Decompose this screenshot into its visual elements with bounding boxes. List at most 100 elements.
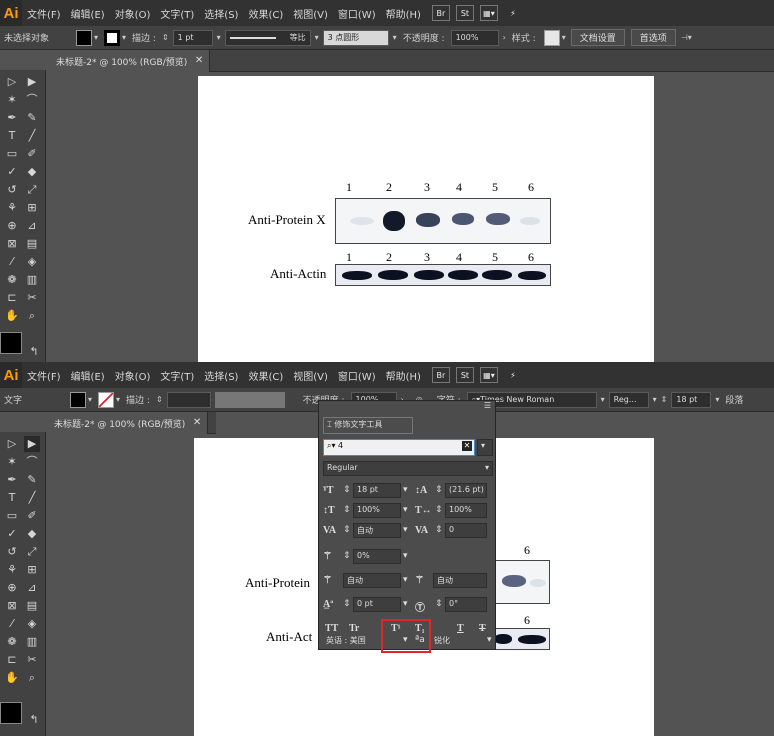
shaper-tool-icon[interactable]: ✓	[4, 526, 20, 542]
language-select[interactable]: 英语 : 美国	[323, 634, 401, 649]
eraser-tool-icon[interactable]: ◆	[24, 526, 40, 542]
font-size-field[interactable]: 18 pt	[671, 391, 712, 408]
stroke-none-swatch[interactable]	[98, 391, 115, 408]
arrange-documents-icon[interactable]: ▦▾	[479, 5, 498, 21]
font-search-input[interactable]: ⌕▾ 4	[323, 439, 475, 456]
direct-selection-tool-icon[interactable]: ▶	[24, 74, 40, 90]
gpu-icon[interactable]: ⚡	[504, 367, 522, 383]
menu-edit[interactable]: 编辑(E)	[66, 6, 110, 21]
chevron-right-icon[interactable]: ›	[503, 33, 506, 42]
symbol-sprayer-icon[interactable]: ❁	[4, 634, 20, 650]
shaper-tool-icon[interactable]: ✓	[4, 164, 20, 180]
strikethrough-button[interactable]: T	[479, 623, 486, 634]
menu-view[interactable]: 视图(V)	[288, 368, 333, 383]
graph-tool-icon[interactable]: ▥	[24, 272, 40, 288]
mesh-tool-icon[interactable]: ⊠	[4, 236, 20, 252]
perspective-grid-icon[interactable]: ⊿	[24, 218, 40, 234]
free-transform-icon[interactable]: ⊞	[24, 562, 40, 578]
chevron-down-icon[interactable]: ▾	[403, 525, 408, 535]
chevron-down-icon[interactable]: ▾	[315, 33, 319, 42]
free-transform-icon[interactable]: ⊞	[24, 200, 40, 216]
stepper-icon[interactable]: ⇕	[162, 33, 169, 42]
tracking-field[interactable]: 0	[445, 523, 487, 538]
paragraph-label[interactable]: 段落	[721, 393, 747, 406]
stepper-icon[interactable]: ⇕	[661, 395, 668, 404]
swap-colors-icon[interactable]: ↰	[26, 344, 42, 360]
panel-menu-icon[interactable]: ☰	[484, 401, 491, 410]
fill-color-icon[interactable]	[0, 702, 22, 724]
perspective-grid-icon[interactable]: ⊿	[24, 580, 40, 596]
menu-object[interactable]: 对象(O)	[110, 368, 156, 383]
chevron-down-icon[interactable]: ▾	[403, 485, 408, 495]
all-caps-button[interactable]: TT	[325, 623, 338, 634]
stock-button[interactable]: St	[455, 5, 474, 21]
menu-file[interactable]: 文件(F)	[22, 368, 66, 383]
direct-selection-tool-icon[interactable]: ▶	[24, 436, 40, 452]
scale-tool-icon[interactable]: ⤢	[24, 544, 40, 560]
kerning-field[interactable]: 自动	[353, 523, 401, 538]
swap-colors-icon[interactable]: ↰	[26, 712, 42, 728]
slice-tool-icon[interactable]: ✂	[24, 652, 40, 668]
baseline-shift-field[interactable]: 0 pt	[353, 597, 401, 612]
aki-left-select[interactable]: 自动	[343, 573, 401, 588]
fill-swatch[interactable]	[76, 29, 92, 46]
font-style-field[interactable]: Reg...	[608, 391, 649, 408]
line-style-select[interactable]: 等比	[224, 29, 311, 46]
symbol-sprayer-icon[interactable]: ❁	[4, 272, 20, 288]
antialias-select[interactable]: 锐化	[431, 634, 487, 649]
hand-tool-icon[interactable]: ✋	[4, 670, 20, 686]
shape-builder-icon[interactable]: ⊕	[4, 580, 20, 596]
document-tab[interactable]: 未标题-2* @ 100% (RGB/预览) ✕	[46, 412, 209, 434]
warp-tool-icon[interactable]: ⚘	[4, 562, 20, 578]
menu-window[interactable]: 窗口(W)	[333, 6, 381, 21]
menu-select[interactable]: 选择(S)	[199, 6, 243, 21]
chevron-down-icon[interactable]: ▾	[403, 551, 408, 561]
clear-icon[interactable]: ✕	[462, 441, 472, 451]
stepper-icon[interactable]: ⇕	[435, 525, 443, 535]
menu-window[interactable]: 窗口(W)	[333, 368, 381, 383]
curvature-tool-icon[interactable]: ✎	[24, 472, 40, 488]
stepper-icon[interactable]: ⇕	[435, 599, 443, 609]
stroke-weight-field[interactable]: 1 pt	[172, 29, 213, 46]
chevron-down-icon[interactable]: ▾	[393, 33, 397, 42]
aki-right-select[interactable]: 自动	[433, 573, 487, 588]
pen-tool-icon[interactable]: ✒	[4, 110, 20, 126]
chevron-down-icon[interactable]: ▾	[562, 33, 566, 42]
bridge-button[interactable]: Br	[431, 5, 450, 21]
shape-builder-icon[interactable]: ⊕	[4, 218, 20, 234]
lasso-icon[interactable]: ⌒	[24, 454, 40, 470]
menu-type[interactable]: 文字(T)	[155, 368, 199, 383]
bridge-button[interactable]: Br	[431, 367, 450, 383]
fill-swatch[interactable]	[70, 391, 86, 408]
chevron-down-icon[interactable]: ▾	[403, 599, 408, 609]
rectangle-tool-icon[interactable]: ▭	[4, 508, 20, 524]
close-icon[interactable]: ✕	[193, 417, 201, 428]
stepper-icon[interactable]: ⇕	[343, 505, 351, 515]
stock-button[interactable]: St	[455, 367, 474, 383]
menu-effect[interactable]: 效果(C)	[243, 6, 288, 21]
menu-file[interactable]: 文件(F)	[22, 6, 66, 21]
stepper-icon[interactable]: ⇕	[435, 485, 443, 495]
leading-field[interactable]: (21.6 pt)	[445, 483, 487, 498]
graph-tool-icon[interactable]: ▥	[24, 634, 40, 650]
artboard-tool-icon[interactable]: ⊏	[4, 652, 20, 668]
chevron-down-icon[interactable]: ▾	[403, 575, 408, 585]
align-icon[interactable]: ⊣▾	[681, 33, 692, 42]
menu-view[interactable]: 视图(V)	[288, 6, 333, 21]
type-tool-icon[interactable]: T	[4, 128, 20, 144]
stroke-swatch[interactable]	[104, 29, 121, 46]
chevron-down-icon[interactable]: ▾	[116, 395, 120, 404]
chevron-down-icon[interactable]: ▾	[487, 635, 492, 645]
selection-tool-icon[interactable]: ▷	[4, 436, 20, 452]
menu-object[interactable]: 对象(O)	[110, 6, 156, 21]
brush-select[interactable]: 3 点圆形	[322, 29, 389, 46]
tsume-field[interactable]: 0%	[353, 549, 401, 564]
document-tab[interactable]: 未标题-2* @ 100% (RGB/预览) ✕	[48, 50, 211, 72]
gpu-icon[interactable]: ⚡	[504, 5, 522, 21]
menu-help[interactable]: 帮助(H)	[381, 6, 426, 21]
zoom-tool-icon[interactable]: ⌕	[24, 308, 40, 324]
chevron-down-icon[interactable]: ▾	[122, 33, 126, 42]
rotate-tool-icon[interactable]: ↺	[4, 182, 20, 198]
menu-help[interactable]: 帮助(H)	[381, 368, 426, 383]
zoom-tool-icon[interactable]: ⌕	[24, 670, 40, 686]
